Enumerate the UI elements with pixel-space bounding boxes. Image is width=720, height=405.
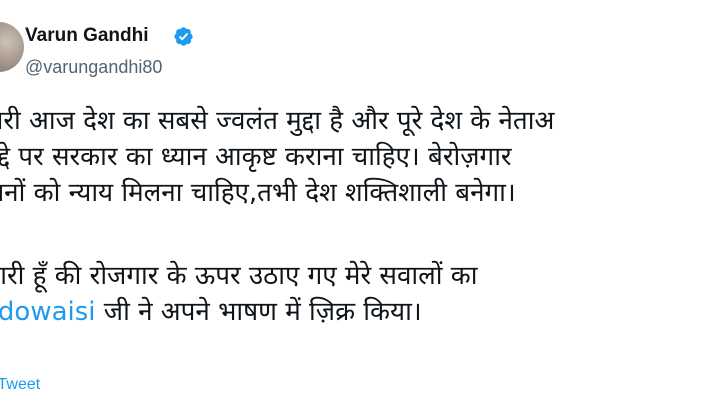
tweet-card: Varun Gandhi @varungandhi80 गारी आज देश … [0, 0, 720, 405]
translate-tweet-link[interactable]: te Tweet [0, 375, 40, 395]
verified-badge-icon [174, 27, 193, 46]
avatar[interactable] [0, 22, 24, 72]
author-name[interactable]: Varun Gandhi [25, 25, 149, 47]
tweet-line: भारी हूँ की रोजगार के ऊपर उठाए गए मेरे स… [0, 261, 478, 291]
tweet-text: गारी आज देश का सबसे ज्वलंत मुद्दा है और … [0, 103, 720, 330]
tweet-line: गारी आज देश का सबसे ज्वलंत मुद्दा है और … [0, 106, 555, 136]
tweet-line-text: जी ने अपने भाषण में ज़िक्र किया। [95, 297, 422, 327]
tweet-line: ानों को न्याय मिलना चाहिए,तभी देश शक्तिश… [0, 178, 516, 208]
tweet-line: adowaisi जी ने अपने भाषण में ज़िक्र किया… [0, 294, 720, 330]
mention-link[interactable]: adowaisi [0, 297, 96, 327]
author-handle[interactable]: @varungandhi80 [25, 56, 162, 78]
tweet-line: ुद्दे पर सरकार का ध्यान आकृष्ट कराना चाह… [0, 142, 512, 172]
